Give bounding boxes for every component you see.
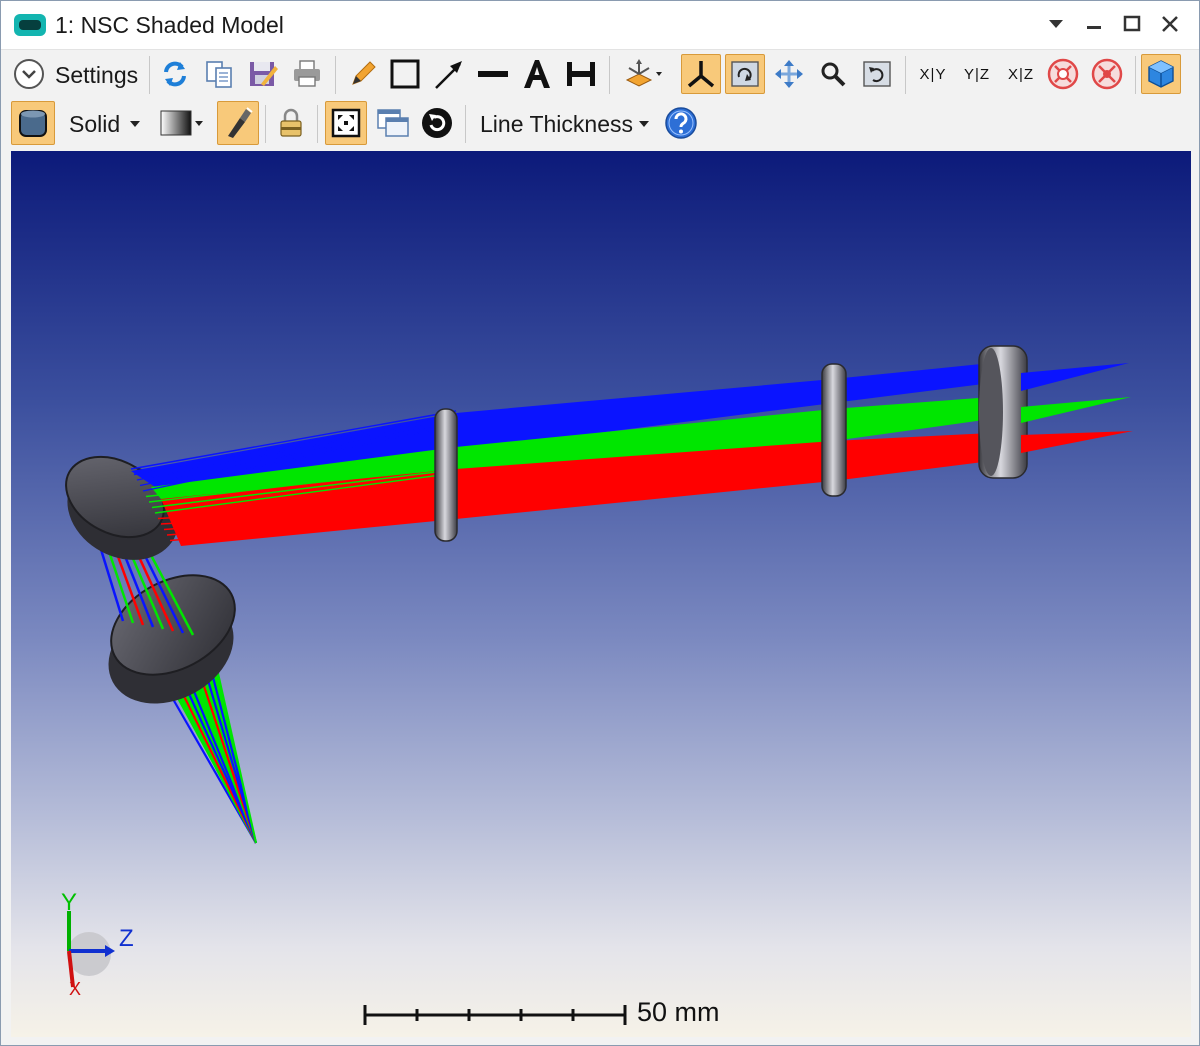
- gradient-icon: [160, 110, 203, 136]
- solid-cylinder-icon: [19, 110, 47, 137]
- ray-fan: [1021, 431, 1133, 453]
- print-button[interactable]: [287, 54, 327, 94]
- line-thickness-dropdown[interactable]: Line Thickness: [480, 111, 633, 137]
- line-button[interactable]: [473, 54, 513, 94]
- ray-fan: [1021, 397, 1131, 423]
- axis-view-button[interactable]: [681, 54, 721, 94]
- title-bar: 1: NSC Shaded Model: [1, 1, 1199, 50]
- text-icon: [524, 60, 550, 88]
- axis-tripod-icon: [687, 61, 715, 88]
- x-axis-label: X: [69, 979, 82, 999]
- lower-mirror: [108, 574, 236, 704]
- y-axis-label: Y: [61, 889, 78, 916]
- 3d-viewport[interactable]: Y Z X 50 mm: [11, 151, 1191, 1037]
- printer-icon: [294, 60, 320, 87]
- pan-arrows-icon: [775, 60, 803, 88]
- help-icon: [665, 107, 697, 139]
- output-ray-bundle: [1021, 363, 1133, 453]
- app-icon: [14, 14, 46, 36]
- xy-view-button[interactable]: X|Y: [911, 54, 955, 94]
- line-icon: [478, 71, 508, 77]
- close-icon[interactable]: [1155, 9, 1185, 39]
- pencil-icon: [352, 61, 376, 85]
- lens-3: [978, 345, 1028, 479]
- rectangle-icon: [390, 59, 420, 89]
- yz-view-button[interactable]: Y|Z: [955, 54, 999, 94]
- reset-view-button[interactable]: [857, 54, 897, 94]
- help-button[interactable]: [661, 103, 701, 143]
- dimension-icon: [567, 62, 595, 86]
- reset-view-icon: [863, 61, 891, 87]
- arrow-button[interactable]: [429, 54, 469, 94]
- main-ray-bundle: [130, 363, 991, 546]
- rotate-x-button[interactable]: [1043, 54, 1083, 94]
- flashlight-icon: [228, 107, 253, 138]
- toolbar-separator: [905, 56, 906, 94]
- scale-bar-label: 50 mm: [637, 997, 720, 1027]
- rotate-y-button[interactable]: [1087, 54, 1127, 94]
- toolbar-separator: [1135, 56, 1136, 94]
- window-layout-button[interactable]: [373, 103, 413, 143]
- rectangle-button[interactable]: [385, 54, 425, 94]
- line-thickness-caret-icon[interactable]: [639, 121, 649, 127]
- refresh-icon: [164, 61, 186, 87]
- window-menu-dropdown-icon[interactable]: [1041, 9, 1071, 39]
- rotate-circle-icon: [422, 108, 452, 138]
- fit-window-icon: [331, 108, 361, 138]
- cube-icon: [1148, 60, 1174, 88]
- solid-object-button[interactable]: [11, 101, 55, 145]
- toolbar-separator: [335, 56, 336, 94]
- color-gradient-dropdown[interactable]: [155, 103, 209, 143]
- refresh-button[interactable]: [155, 54, 195, 94]
- toolbar-separator: [265, 105, 266, 143]
- rotate-x-icon: [1047, 58, 1079, 90]
- nsc-shaded-model-window: 1: NSC Shaded Model Settings X|Y Y|Z X|Z…: [0, 0, 1200, 1046]
- z-axis-label: Z: [119, 925, 134, 952]
- view-orientation-icon: [625, 59, 662, 87]
- toolbar-separator: [609, 56, 610, 94]
- main-toolbar: Settings X|Y Y|Z X|Z: [1, 50, 1199, 98]
- scale-bar: [363, 1005, 627, 1025]
- secondary-toolbar: Solid Line Thickness: [1, 99, 1199, 147]
- xz-view-button[interactable]: X|Z: [999, 54, 1043, 94]
- fit-to-window-button[interactable]: [325, 101, 367, 145]
- toolbar-separator: [317, 105, 318, 143]
- pan-button[interactable]: [769, 54, 809, 94]
- copy-icon: [206, 61, 232, 88]
- pencil-button[interactable]: [343, 54, 383, 94]
- copy-button[interactable]: [199, 54, 239, 94]
- lighting-button[interactable]: [217, 101, 259, 145]
- settings-button[interactable]: [9, 54, 49, 94]
- zoom-button[interactable]: [813, 54, 853, 94]
- rotate-view-button[interactable]: [725, 54, 765, 94]
- text-button[interactable]: [517, 54, 557, 94]
- toolbar-separator: [149, 56, 150, 94]
- dimension-button[interactable]: [561, 54, 601, 94]
- view-orientation-dropdown[interactable]: [617, 54, 669, 94]
- lock-icon: [280, 108, 302, 137]
- windows-icon: [377, 109, 409, 137]
- save-icon: [250, 62, 278, 86]
- axis-triad: [67, 911, 115, 988]
- render-mode-caret-icon[interactable]: [130, 121, 140, 127]
- lock-button[interactable]: [271, 103, 311, 143]
- toolbar-separator: [465, 105, 466, 143]
- optical-system-scene: [65, 345, 1133, 1025]
- window-title: 1: NSC Shaded Model: [55, 12, 284, 38]
- chevron-down-circle-icon: [14, 59, 44, 89]
- magnifier-icon: [821, 62, 846, 87]
- lens-2: [821, 363, 847, 497]
- 3d-view-button[interactable]: [1141, 54, 1181, 94]
- arrow-icon: [435, 61, 462, 89]
- rotate-y-icon: [1091, 58, 1123, 90]
- save-button[interactable]: [243, 54, 283, 94]
- minimize-icon[interactable]: [1079, 9, 1109, 39]
- lens-1: [434, 408, 458, 542]
- settings-label[interactable]: Settings: [55, 62, 138, 88]
- maximize-icon[interactable]: [1117, 9, 1147, 39]
- ray-fan: [1021, 363, 1129, 391]
- rotation-direction-button[interactable]: [417, 103, 457, 143]
- render-mode-dropdown[interactable]: Solid: [69, 111, 120, 137]
- rotate-view-icon: [731, 61, 759, 87]
